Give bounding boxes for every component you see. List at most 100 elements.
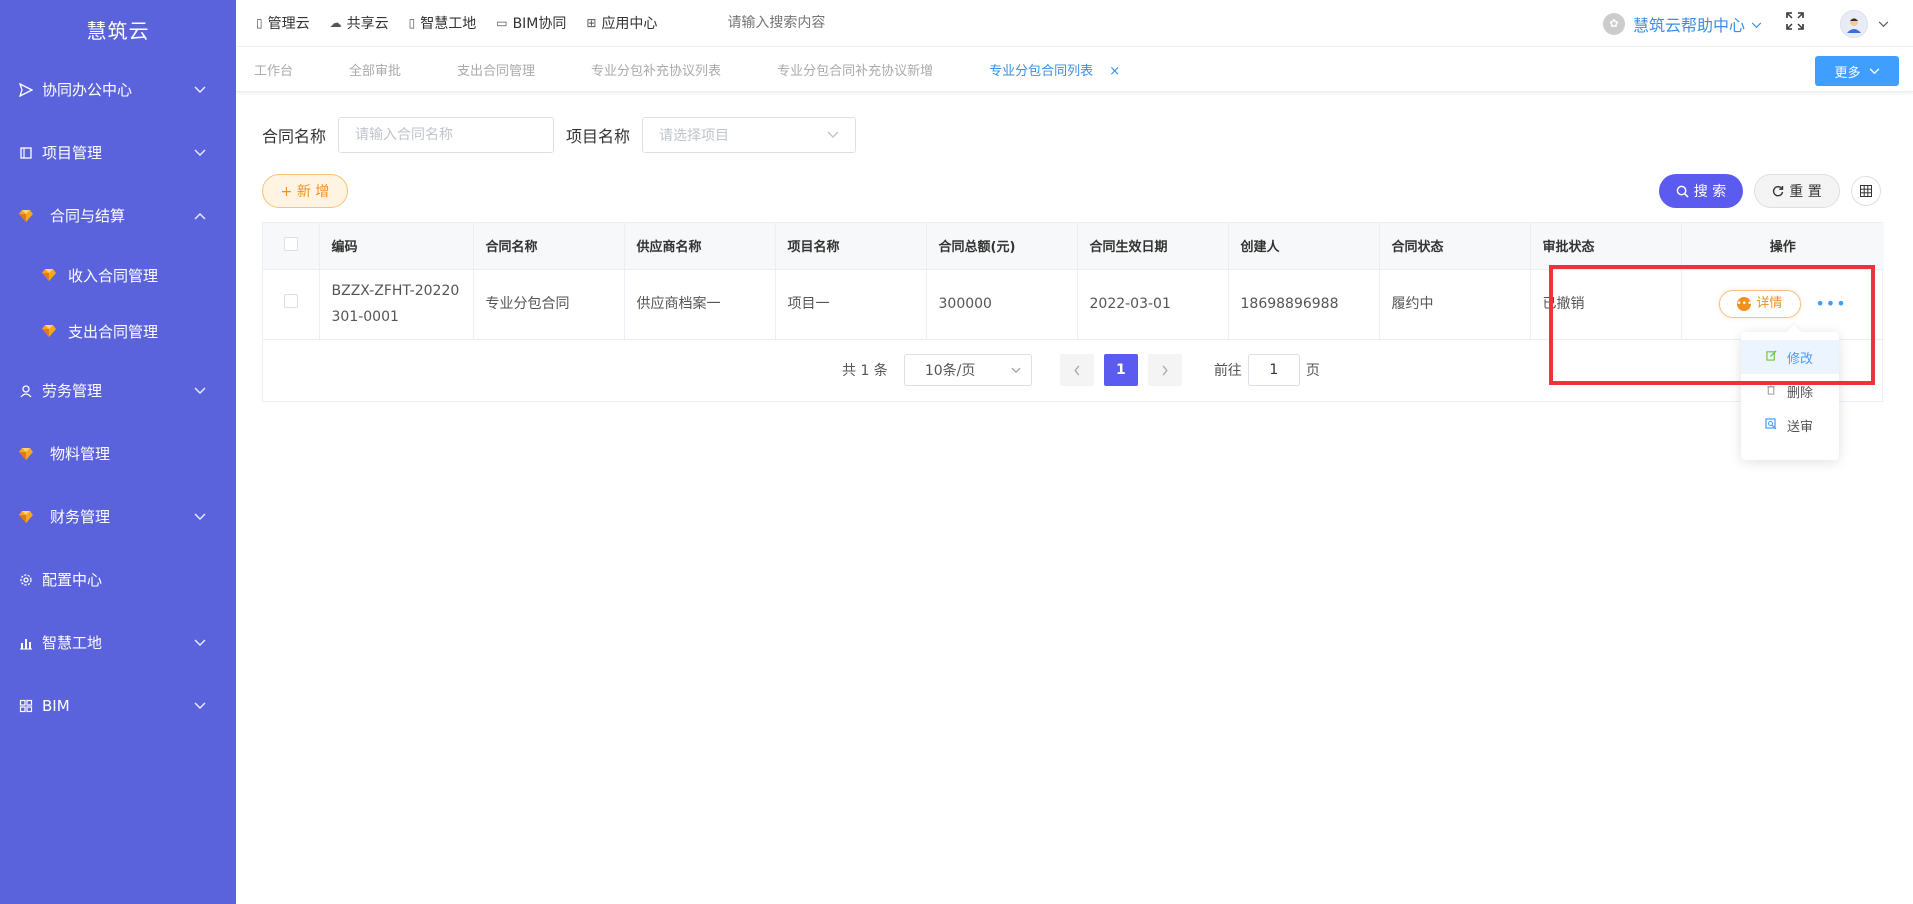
topnav-label: 管理云	[267, 16, 310, 32]
search-button[interactable]: 搜 索	[1659, 174, 1743, 208]
topnav-app-center[interactable]: ⊞ 应用中心	[586, 13, 657, 33]
send-icon	[18, 82, 34, 98]
sidebar-item-bim[interactable]: BIM	[0, 674, 236, 737]
delete-menu-item[interactable]: 删除	[1741, 374, 1839, 408]
user-avatar[interactable]	[1840, 9, 1868, 38]
column-header: 项目名称	[775, 223, 927, 270]
goto-page-input[interactable]	[1247, 354, 1300, 386]
sidebar-item-labor-management[interactable]: 劳务管理	[0, 359, 236, 422]
topnav-smart-site[interactable]: ▯ 智慧工地	[409, 13, 477, 33]
column-settings-icon[interactable]	[1851, 176, 1881, 206]
chevron-down-icon	[1869, 65, 1880, 78]
project-name-label: 项目名称	[566, 127, 631, 146]
folder-icon: ▭	[496, 16, 508, 30]
submit-review-label: 送审	[1787, 419, 1814, 435]
sidebar-item-config-center[interactable]: 配置中心	[0, 548, 236, 611]
gear-icon	[18, 572, 34, 588]
page-unit-label: 页	[1305, 363, 1320, 379]
project-cell: 项目一	[775, 269, 927, 340]
top-right-area: ✿ 慧筑云帮助中心	[1602, 0, 1889, 47]
sidebar-item-label: 智慧工地	[42, 634, 103, 652]
chevron-down-icon	[1751, 14, 1762, 33]
sidebar-item-material-management[interactable]: 物料管理	[0, 422, 236, 485]
prev-page-button[interactable]	[1059, 354, 1094, 386]
app-logo: 慧筑云	[86, 18, 150, 43]
topnav-bim-collab[interactable]: ▭ BIM协同	[496, 13, 566, 33]
help-center-link[interactable]: ✿ 慧筑云帮助中心	[1602, 12, 1762, 36]
sidebar-item-collab-office[interactable]: 协同办公中心	[0, 58, 236, 121]
edit-icon	[1765, 350, 1777, 364]
project-select[interactable]: 请选择项目	[642, 117, 857, 153]
detail-button[interactable]: ••• 详情	[1718, 290, 1801, 318]
search-label: 搜 索	[1693, 184, 1727, 200]
sidebar-item-label: BIM	[42, 696, 70, 715]
sidebar-item-label: 收入合同管理	[68, 266, 159, 285]
column-header: 操作	[1681, 223, 1884, 270]
chevron-down-icon	[194, 146, 206, 160]
reset-button[interactable]: 重 置	[1754, 174, 1840, 208]
amount-cell: 300000	[926, 269, 1078, 340]
gem-icon	[18, 509, 34, 525]
fullscreen-icon[interactable]	[1786, 12, 1804, 35]
sidebar-item-label: 配置中心	[42, 571, 103, 589]
column-header: 合同生效日期	[1077, 223, 1229, 270]
edit-menu-item[interactable]: 修改	[1741, 340, 1839, 374]
sidebar-item-project-management[interactable]: 项目管理	[0, 121, 236, 184]
sidebar-item-contract-settlement[interactable]: 合同与结算	[0, 184, 236, 247]
trash-icon	[1765, 384, 1777, 398]
contract-name-input[interactable]	[338, 117, 555, 153]
sidebar-item-income-contract[interactable]: 收入合同管理	[0, 247, 236, 303]
page-size-select[interactable]: 10条/页	[903, 354, 1032, 386]
filter-form: 合同名称 项目名称 请选择项目	[262, 117, 857, 153]
top-navbar: ▯ 管理云 ☁ 共享云 ▯ 智慧工地 ▭ BIM协同 ⊞ 应用中心 ✿ 慧筑云帮…	[236, 0, 1913, 47]
topnav-label: 应用中心	[601, 16, 658, 32]
book-icon	[18, 145, 34, 161]
tab-subcontract-supplement-add[interactable]: 专业分包合同补充协议新增	[777, 60, 933, 79]
tab-subcontract-list[interactable]: 专业分包合同列表 ×	[989, 60, 1120, 79]
table-row: BZZX-ZFHT-20220301-0001 专业分包合同 供应商档案一 项目…	[263, 269, 1884, 340]
chevron-down-icon	[827, 127, 839, 143]
topnav-label: 共享云	[346, 16, 389, 32]
topnav-label: 智慧工地	[420, 16, 477, 32]
more-tabs-button[interactable]: 更多	[1815, 56, 1899, 86]
more-actions-icon[interactable]: •••	[1815, 291, 1846, 317]
select-all-checkbox[interactable]	[283, 236, 298, 251]
tab-workbench[interactable]: 工作台	[254, 60, 293, 79]
column-header: 合同状态	[1379, 223, 1531, 270]
contract-status-cell: 履约中	[1379, 269, 1531, 340]
sidebar-item-expense-contract[interactable]: 支出合同管理	[0, 303, 236, 359]
tab-all-approvals[interactable]: 全部审批	[349, 60, 401, 79]
page-number-button[interactable]: 1	[1103, 354, 1138, 386]
global-search-input[interactable]	[727, 15, 928, 31]
column-header: 创建人	[1228, 223, 1380, 270]
sidebar-item-finance-management[interactable]: 财务管理	[0, 485, 236, 548]
topnav-management-cloud[interactable]: ▯ 管理云	[256, 13, 310, 33]
sidebar-item-label: 合同与结算	[50, 207, 126, 225]
operation-cell: ••• 详情 •••	[1681, 269, 1884, 340]
doc-icon: ▯	[408, 16, 416, 30]
column-header: 编码	[319, 223, 474, 270]
goto-label: 前往	[1213, 363, 1242, 379]
chevron-up-icon	[194, 209, 206, 223]
gem-icon	[40, 266, 58, 284]
more-label: 更多	[1834, 65, 1861, 81]
close-icon[interactable]: ×	[1109, 64, 1120, 79]
refresh-icon	[1772, 185, 1784, 197]
chevron-down-icon[interactable]	[1878, 17, 1889, 31]
chevron-down-icon	[1011, 362, 1021, 378]
page-tabs: 工作台 全部审批 支出合同管理 专业分包补充协议列表 专业分包合同补充协议新增 …	[236, 47, 1913, 92]
code-cell: BZZX-ZFHT-20220301-0001	[319, 269, 474, 340]
tab-expense-contract[interactable]: 支出合同管理	[457, 60, 535, 79]
submit-review-menu-item[interactable]: 送审	[1741, 408, 1839, 442]
topnav-shared-cloud[interactable]: ☁ 共享云	[330, 13, 389, 33]
help-avatar-icon: ✿	[1602, 12, 1625, 35]
worker-icon	[18, 383, 34, 399]
pagination: 共 1 条 10条/页 1 前往 页	[842, 354, 1320, 386]
sidebar-item-smart-site[interactable]: 智慧工地	[0, 611, 236, 674]
creator-cell: 18698896988	[1228, 269, 1380, 340]
row-select-cell	[263, 269, 320, 340]
add-button[interactable]: + 新 增	[262, 174, 348, 208]
tab-subcontract-supplement-list[interactable]: 专业分包补充协议列表	[591, 60, 721, 79]
next-page-button[interactable]	[1147, 354, 1182, 386]
row-checkbox[interactable]	[283, 294, 298, 308]
